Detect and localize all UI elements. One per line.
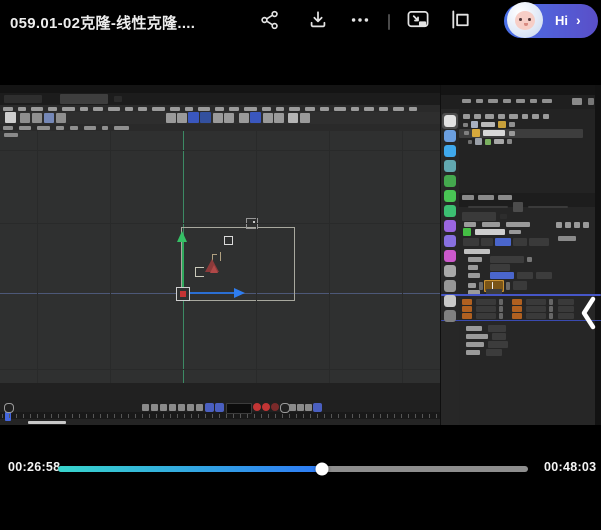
x-axis-arrow-icon (234, 288, 245, 298)
x-axis-gizmo-line (184, 292, 234, 294)
c4d-viewport-menubar (0, 124, 440, 131)
y-axis-arrow-icon (177, 231, 187, 242)
total-time: 00:48:03 (544, 460, 596, 474)
c4d-menubar (0, 105, 440, 112)
c4d-viewport (0, 131, 440, 383)
avatar (507, 2, 543, 38)
current-time: 00:26:58 (8, 460, 60, 474)
c4d-mode-palette (441, 109, 459, 425)
selection-corner-box (246, 218, 258, 229)
c4d-power-slider (459, 193, 595, 207)
download-icon (307, 9, 329, 36)
c4d-timeline-band (0, 383, 440, 400)
c4d-transport-bar (0, 400, 440, 412)
selection-corner-dot (253, 221, 255, 223)
progress-bar[interactable] (58, 466, 528, 472)
c4d-timeline-scrollbar (0, 419, 440, 425)
more-icon (349, 9, 371, 36)
object-mark (220, 252, 224, 261)
avatar-eye (519, 18, 522, 21)
progress-row: 00:26:58 00:48:03 (0, 455, 601, 482)
pip-button[interactable] (406, 10, 430, 34)
player-header: 059.01-02克隆-线性克隆.... (0, 0, 601, 45)
video-frame[interactable] (0, 45, 601, 455)
c4d-object-manager (459, 109, 595, 193)
c4d-right-menubar (441, 95, 601, 109)
mini-player-button[interactable] (448, 10, 472, 34)
download-button[interactable] (306, 10, 330, 34)
mini-window-icon (449, 8, 472, 36)
c4d-attribute-manager (459, 207, 595, 425)
c4d-right-scrollbar (595, 85, 601, 425)
account-greeting: Hi (555, 13, 568, 28)
control-bar: 倍速 超清 字幕 查找 SWP 选集 (0, 482, 601, 530)
share-button[interactable] (258, 10, 282, 34)
origin-handle (176, 287, 190, 301)
video-player: 059.01-02克隆-线性克隆.... (0, 0, 601, 530)
side-drawer-toggle[interactable] (579, 293, 599, 333)
header-divider (388, 14, 390, 30)
progress-knob[interactable] (316, 463, 329, 476)
progress-played (58, 466, 322, 472)
pip-icon (406, 8, 431, 36)
c4d-frame-ruler (0, 412, 440, 419)
avatar-mouth (524, 23, 528, 26)
avatar-eye (528, 18, 531, 21)
c4d-layout-tabs (0, 93, 440, 105)
account-pill[interactable]: Hi › (504, 4, 598, 38)
cloned-object-highlight (210, 265, 218, 273)
y-axis-gizmo-line (182, 241, 184, 288)
share-icon (259, 9, 281, 36)
chevron-left-icon (579, 320, 599, 337)
c4d-window (0, 85, 601, 425)
chevron-right-icon: › (576, 12, 581, 28)
more-button[interactable] (348, 10, 372, 34)
avatar-face (515, 11, 535, 30)
selection-bracket-handle (195, 267, 204, 277)
selection-handle (224, 236, 233, 245)
c4d-toolbar (0, 112, 440, 124)
video-title: 059.01-02克隆-线性克隆.... (10, 12, 195, 33)
